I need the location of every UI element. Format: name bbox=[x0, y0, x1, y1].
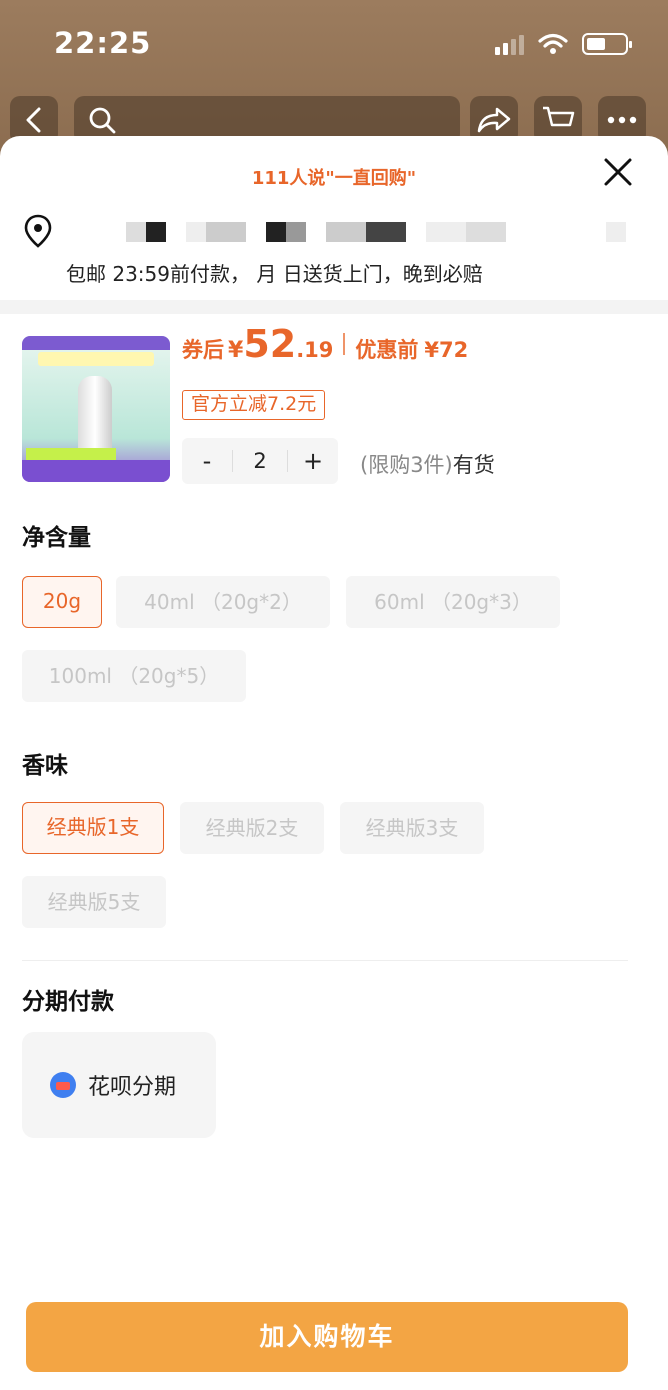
add-to-cart-button[interactable]: 加入购物车 bbox=[26, 1302, 628, 1372]
price-label: 券后 bbox=[182, 338, 224, 362]
huabei-icon bbox=[50, 1072, 76, 1098]
huabei-installment-option[interactable]: 花呗分期 bbox=[22, 1032, 216, 1138]
installment-title: 分期付款 bbox=[22, 989, 114, 1015]
before-price: ¥72 bbox=[424, 338, 469, 362]
signal-icon bbox=[495, 33, 524, 55]
coupon-tag: 官方立减7.2元 bbox=[182, 390, 326, 420]
price-separator bbox=[343, 333, 346, 355]
option-100ml[interactable]: 100ml （20g*5） bbox=[22, 650, 246, 702]
divider bbox=[22, 960, 628, 961]
share-icon bbox=[477, 107, 511, 133]
stock-text: 有货 bbox=[452, 453, 495, 477]
location-pin-icon bbox=[24, 214, 52, 248]
purchase-limit: (限购3件) bbox=[360, 453, 453, 477]
currency-symbol: ¥ bbox=[228, 338, 244, 363]
product-thumbnail[interactable] bbox=[22, 336, 170, 482]
repurchase-banner: 111人说"一直回购" bbox=[251, 168, 417, 189]
before-label: 优惠前 bbox=[355, 338, 419, 362]
price-line: 券后 ¥ 52 .19 优惠前 ¥72 bbox=[182, 322, 468, 366]
huabei-label: 花呗分期 bbox=[88, 1075, 177, 1100]
battery-icon bbox=[582, 33, 632, 55]
option-classic-5[interactable]: 经典版5支 bbox=[22, 876, 166, 928]
option-classic-3[interactable]: 经典版3支 bbox=[340, 802, 484, 854]
option-40ml[interactable]: 40ml （20g*2） bbox=[116, 576, 330, 628]
quantity-value[interactable]: 2 bbox=[232, 450, 288, 472]
option-classic-1[interactable]: 经典版1支 bbox=[22, 802, 164, 854]
option-20g[interactable]: 20g bbox=[22, 576, 102, 628]
status-time: 22:25 bbox=[54, 26, 152, 60]
spec-title-volume: 净含量 bbox=[22, 525, 91, 551]
price-decimal: .19 bbox=[296, 338, 334, 362]
delivery-promise: 包邮 23:59前付款， 月 日送货上门，晚到必赔 bbox=[66, 262, 483, 286]
sku-selection-sheet: 111人说"一直回购" 包邮 23:59前付款， 月 日送货上门，晚到必赔 券后… bbox=[0, 136, 668, 1390]
price-integer: 52 bbox=[243, 322, 297, 366]
option-classic-2[interactable]: 经典版2支 bbox=[180, 802, 324, 854]
status-icons bbox=[495, 30, 632, 58]
close-icon[interactable] bbox=[600, 154, 636, 190]
more-icon bbox=[607, 116, 637, 124]
wifi-icon bbox=[538, 33, 568, 54]
option-60ml[interactable]: 60ml （20g*3） bbox=[346, 576, 560, 628]
search-icon bbox=[89, 107, 116, 134]
decrease-button[interactable]: - bbox=[182, 447, 232, 475]
increase-button[interactable]: + bbox=[288, 447, 338, 475]
back-icon bbox=[26, 107, 41, 133]
cart-icon bbox=[543, 106, 575, 127]
spec-title-scent: 香味 bbox=[22, 753, 68, 779]
stock-status: (限购3件)有货 bbox=[360, 449, 495, 479]
quantity-stepper: - 2 + bbox=[182, 438, 338, 484]
section-divider bbox=[0, 300, 668, 314]
